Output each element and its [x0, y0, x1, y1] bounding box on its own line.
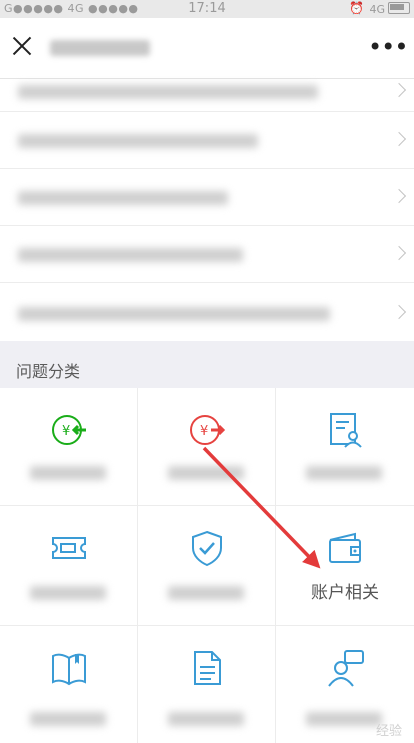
list-item-text-obscured — [18, 191, 228, 205]
chevron-right-icon — [391, 188, 407, 204]
book-icon — [51, 653, 86, 686]
question-list — [0, 79, 414, 341]
close-button[interactable] — [8, 32, 36, 60]
category-cell[interactable] — [0, 506, 138, 626]
section-header: 问题分类 — [0, 342, 414, 388]
category-label-obscured — [306, 712, 382, 726]
list-item-text-obscured — [18, 85, 318, 99]
chevron-right-icon — [391, 304, 407, 320]
watermark: 经验 — [375, 724, 402, 739]
chevron-right-icon — [391, 245, 407, 261]
list-item[interactable] — [0, 169, 414, 226]
category-cell[interactable] — [138, 626, 276, 743]
category-label-obscured — [168, 586, 244, 600]
category-label-obscured — [168, 466, 244, 480]
nav-bar: ••• — [0, 18, 414, 79]
svg-text:¥: ¥ — [200, 424, 208, 439]
profile-document-icon — [330, 413, 362, 448]
alarm-icon: ⏰ — [349, 1, 364, 15]
category-cell-account[interactable]: 账户相关 — [276, 506, 414, 626]
list-item-text-obscured — [18, 248, 243, 262]
category-label-obscured — [30, 466, 106, 480]
list-item[interactable] — [0, 79, 414, 112]
category-grid: ¥ ¥ 账户相关 — [0, 388, 414, 743]
category-cell[interactable] — [138, 506, 276, 626]
list-item-text-obscured — [18, 134, 258, 148]
chevron-right-icon — [391, 131, 407, 147]
category-label: 账户相关 — [311, 583, 379, 603]
category-label-obscured — [30, 712, 106, 726]
category-cell[interactable] — [276, 388, 414, 506]
customer-service-icon — [328, 650, 364, 687]
document-icon — [193, 651, 221, 685]
battery-icon — [388, 2, 410, 14]
category-cell[interactable]: ¥ — [138, 388, 276, 506]
category-cell[interactable]: ¥ — [0, 388, 138, 506]
list-item[interactable] — [0, 112, 414, 169]
category-label-obscured — [30, 586, 106, 600]
chevron-right-icon — [391, 82, 407, 98]
more-options-button[interactable]: ••• — [368, 32, 408, 62]
network-indicator: 4G — [369, 2, 410, 16]
category-label-obscured — [168, 712, 244, 726]
category-cell[interactable] — [0, 626, 138, 743]
ticket-icon — [51, 537, 86, 559]
category-label-obscured — [306, 466, 382, 480]
shield-check-icon — [191, 530, 222, 567]
list-item[interactable] — [0, 226, 414, 283]
list-item-text-obscured — [18, 307, 330, 321]
section-title: 问题分类 — [16, 362, 81, 381]
list-item[interactable] — [0, 283, 414, 341]
page-title-obscured — [50, 40, 150, 56]
yuan-out-icon: ¥ — [189, 415, 225, 445]
wallet-icon — [329, 532, 361, 563]
status-bar: G●●●●● 4G ●●●●● 17:14 ⏰ 4G — [0, 0, 414, 18]
svg-text:¥: ¥ — [62, 424, 70, 439]
yuan-in-icon: ¥ — [51, 415, 86, 445]
